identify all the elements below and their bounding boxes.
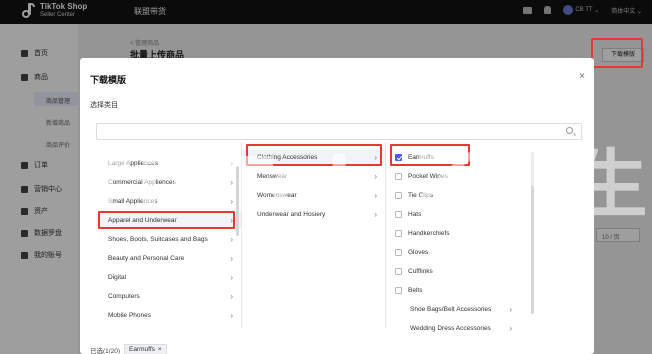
category-label: Clothing Accessories [257,154,318,161]
scrollbar[interactable] [236,166,239,236]
option-label: Gloves [408,249,429,256]
option-label: Belts [408,287,423,294]
search-icon[interactable] [566,127,573,134]
selection-footer: 已选(1/20) Earmuffs × [90,344,167,354]
chevron-right-icon: › [230,197,233,206]
checkbox-checked[interactable] [395,154,402,161]
category-item[interactable]: Large Appliences › [96,156,241,171]
option-label: Earmuffs [408,154,434,161]
checkbox[interactable] [395,268,402,275]
chevron-right-icon: › [230,159,233,168]
modal-title: 下载模版 [90,75,127,85]
selected-tag-label: Earmuffs [128,346,155,353]
category-label: Digital [108,274,127,281]
chevron-right-icon: › [374,172,377,181]
leaf-category-option[interactable]: Earmuffs [386,150,540,165]
download-template-modal: 下载模版 × 选择类目 Large Appliences › Commercial… [80,58,594,354]
chevron-right-icon: › [230,216,233,225]
category-item-selected[interactable]: Clothing Accessories › [242,150,385,165]
category-item[interactable]: Menswear › [242,169,385,184]
category-search-input[interactable] [96,123,582,140]
checkbox[interactable] [395,192,402,199]
chevron-right-icon: › [230,311,233,320]
checkbox[interactable] [395,287,402,294]
category-item[interactable]: Computers › [96,289,241,304]
close-icon[interactable]: × [579,71,585,82]
leaf-category-option[interactable]: Gloves [386,245,540,260]
chevron-right-icon: › [230,235,233,244]
category-label: Beauty and Personal Care [108,255,185,262]
category-label: Computers [108,293,140,300]
category-item[interactable]: Beauty and Personal Care › [96,251,241,266]
chevron-right-icon: › [230,292,233,301]
option-label: Cufflinks [408,268,433,275]
chevron-right-icon: › [230,178,233,187]
subcategory-item[interactable]: Wedding Dress Accessories › [386,321,540,336]
category-item[interactable]: Small Appliences › [96,194,241,209]
category-item[interactable]: Mobile Phones › [96,308,241,323]
chevron-right-icon: › [230,273,233,282]
leaf-category-option[interactable]: Cufflinks [386,264,540,279]
option-label: Handkerchiefs [408,230,450,237]
category-item[interactable]: Commercial Appliences › [96,175,241,190]
leaf-category-option[interactable]: Belts [386,283,540,298]
option-label: Wedding Dress Accessories [410,325,491,332]
category-label: Apparel and Underwear [108,217,177,224]
chevron-right-icon: › [230,254,233,263]
category-item[interactable]: Womenswear › [242,188,385,203]
download-button-highlight [591,38,643,68]
category-label: Commercial Appliences [108,179,176,186]
category-item-selected[interactable]: Apparel and Underwear › [96,213,241,228]
category-label: Underwear and Hosiery [257,211,326,218]
option-label: Hats [408,211,422,218]
leaf-category-option[interactable]: Pocket Wipes [386,169,540,184]
category-label: Menswear [257,173,287,180]
checkbox[interactable] [395,211,402,218]
select-category-label: 选择类目 [90,102,118,109]
option-label: Shoe Bags/Belt Accessories [410,306,492,313]
checkbox[interactable] [395,249,402,256]
leaf-category-option[interactable]: Handkerchiefs [386,226,540,241]
close-icon[interactable]: × [158,346,162,353]
category-column-level2: Clothing Accessories › Menswear › Womenswe… [241,142,385,328]
scrollbar[interactable] [531,152,534,314]
checkbox[interactable] [395,230,402,237]
category-item[interactable]: Shoes, Boots, Suitcases and Bags › [96,232,241,247]
selected-tag[interactable]: Earmuffs × [123,344,167,354]
chevron-right-icon: › [374,210,377,219]
chevron-right-icon: › [509,324,512,333]
checkbox[interactable] [395,173,402,180]
option-label: Pocket Wipes [408,173,448,180]
leaf-category-option[interactable]: Hats [386,207,540,222]
category-item[interactable]: Digital › [96,270,241,285]
option-label: Tie Clips [408,192,434,199]
category-column-level1: Large Appliences › Commercial Appliences ›… [96,142,241,328]
subcategory-item[interactable]: Shoe Bags/Belt Accessories › [386,302,540,317]
chevron-right-icon: › [374,153,377,162]
category-label: Womenswear [257,192,297,199]
category-label: Mobile Phones [108,312,151,319]
selected-count: 已选(1/20) [90,347,120,354]
leaf-category-option[interactable]: Tie Clips [386,188,540,203]
category-label: Shoes, Boots, Suitcases and Bags [108,236,208,243]
chevron-right-icon: › [374,191,377,200]
category-label: Small Appliences [108,198,158,205]
category-column-level3: Earmuffs Pocket Wipes Tie Clips Hats Han… [385,142,540,333]
category-item[interactable]: Underwear and Hosiery › [242,207,385,222]
category-label: Large Appliences [108,160,158,167]
chevron-right-icon: › [509,305,512,314]
